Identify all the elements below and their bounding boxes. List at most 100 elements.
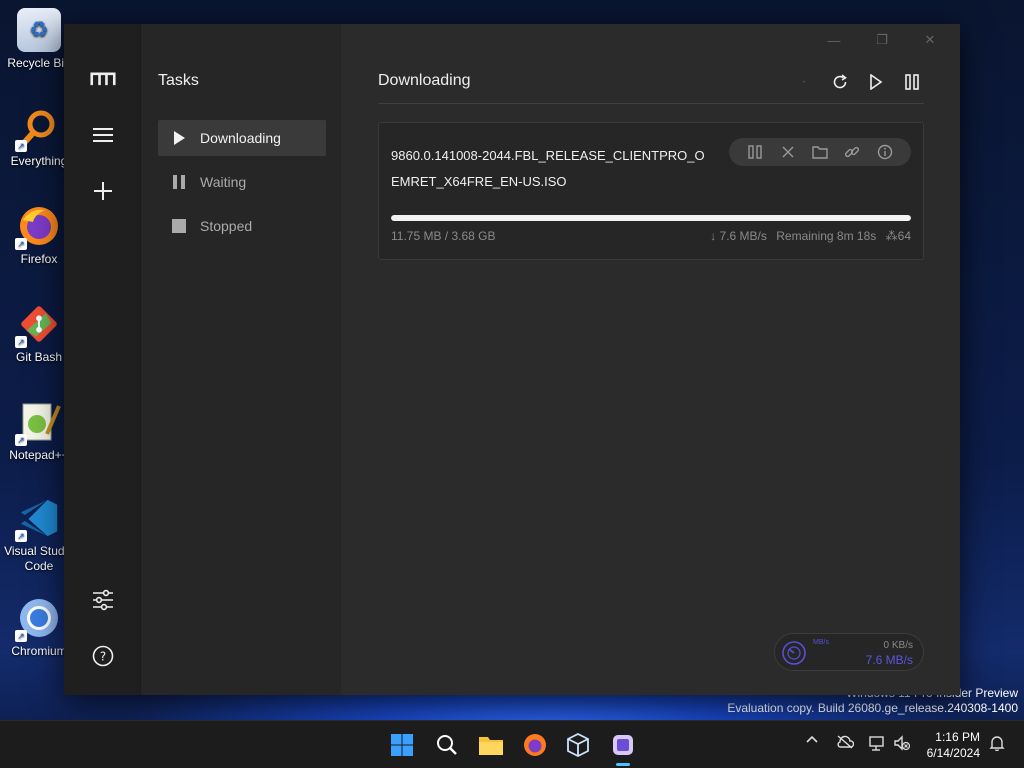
connections-icon: ⁂	[885, 229, 898, 243]
taskbar-firefox-button[interactable]	[521, 731, 549, 759]
task-open-folder-button[interactable]	[810, 142, 830, 162]
taskbar-clock[interactable]: 1:16 PM 6/14/2024	[927, 729, 980, 761]
task-progress-fill	[391, 215, 911, 221]
taskbar-motrix-button[interactable]	[609, 731, 637, 766]
task-delete-button[interactable]	[778, 142, 798, 162]
onedrive-tray-icon[interactable]	[836, 735, 854, 749]
app-rail: ?	[64, 24, 141, 695]
windows-logo-icon	[391, 734, 413, 756]
shortcut-arrow-icon: ↗	[15, 530, 27, 542]
link-icon	[845, 146, 860, 158]
search-icon	[437, 735, 457, 755]
volume-muted-tray-icon[interactable]	[893, 735, 911, 751]
task-speed: ↓ 7.6 MB/s	[710, 229, 767, 243]
motrix-logo-icon[interactable]	[90, 66, 116, 92]
info-icon	[877, 144, 892, 160]
motrix-window: ? Tasks Downloading Waiting Stopped — ❐ …	[64, 24, 960, 695]
nav-item-label: Stopped	[200, 218, 253, 234]
task-copy-link-button[interactable]	[842, 142, 862, 162]
shortcut-arrow-icon: ↗	[15, 434, 27, 446]
taskbar: 1:16 PM 6/14/2024	[0, 720, 1024, 768]
pause-icon	[748, 145, 762, 159]
shortcut-arrow-icon: ↗	[15, 336, 27, 348]
svg-text:?: ?	[100, 650, 106, 664]
firefox-icon: ↗	[15, 204, 61, 250]
minimize-button[interactable]: —	[810, 28, 858, 52]
watermark-line: Evaluation copy. Build 26080.ge_release.…	[727, 701, 1018, 715]
resume-all-icon	[870, 74, 883, 90]
chromium-icon: ↗	[15, 596, 61, 642]
pause-icon	[170, 174, 188, 190]
magnifier-icon: ↗	[15, 106, 61, 152]
shortcut-arrow-icon: ↗	[15, 630, 27, 642]
vscode-icon: ↗	[15, 496, 61, 542]
bell-icon	[989, 736, 1005, 751]
clock-time: 1:16 PM	[935, 730, 980, 744]
taskbar-virtualbox-button[interactable]	[564, 731, 592, 759]
nav-item-downloading[interactable]: Downloading	[158, 120, 326, 156]
subnav-title: Tasks	[158, 72, 199, 89]
connections-count: 64	[897, 229, 911, 243]
motrix-app-icon	[613, 735, 633, 755]
task-progress-bar	[391, 215, 911, 221]
upload-speed: 0 KB/s	[883, 640, 913, 651]
tasks-subnav: Tasks Downloading Waiting Stopped	[141, 24, 341, 695]
play-icon	[170, 130, 188, 146]
nav-item-label: Downloading	[200, 130, 281, 146]
nav-item-stopped[interactable]: Stopped	[158, 208, 326, 244]
search-button[interactable]	[433, 731, 461, 759]
resume-all-button[interactable]	[864, 70, 888, 94]
help-button[interactable]: ?	[90, 643, 116, 669]
task-remaining: Remaining 8m 18s	[776, 229, 877, 243]
task-stats: ↓ 7.6 MB/s Remaining 8m 18s ⁂64	[704, 229, 911, 243]
speedometer-gauge-icon	[781, 640, 807, 666]
main-panel: — ❐ ✕ Downloading · 9860.0.141008-2044.F…	[341, 24, 960, 695]
notepad-icon: ↗	[15, 400, 61, 446]
add-task-button[interactable]	[90, 178, 116, 204]
clock-date: 6/14/2024	[926, 746, 980, 760]
notifications-button[interactable]	[988, 735, 1006, 751]
show-hidden-icons-button[interactable]	[804, 735, 820, 743]
task-item[interactable]: 9860.0.141008-2044.FBL_RELEASE_CLIENTPRO…	[378, 122, 924, 260]
task-actions	[729, 138, 911, 166]
page-title: Downloading	[378, 72, 471, 89]
download-speed: 7.6 MB/s	[865, 653, 913, 667]
menu-icon[interactable]	[90, 122, 116, 148]
help-icon: ?	[92, 645, 114, 667]
recycle-bin-icon: ♻	[17, 8, 61, 52]
file-explorer-button[interactable]	[477, 731, 505, 759]
window-controls: — ❐ ✕	[810, 28, 954, 52]
task-name: 9860.0.141008-2044.FBL_RELEASE_CLIENTPRO…	[391, 148, 705, 189]
task-connections: ⁂64	[886, 229, 911, 243]
firefox-icon	[524, 734, 546, 756]
folder-icon	[812, 146, 828, 159]
folder-icon	[479, 737, 503, 755]
close-button[interactable]: ✕	[906, 28, 954, 52]
network-tray-icon[interactable]	[868, 735, 886, 751]
task-size: 11.75 MB / 3.68 GB	[391, 229, 496, 243]
cube-icon	[567, 733, 589, 757]
maximize-button[interactable]: ❐	[858, 28, 906, 52]
speedometer[interactable]: MB/s 0 KB/s 7.6 MB/s	[774, 633, 924, 671]
task-info-button[interactable]	[875, 142, 895, 162]
pause-all-button[interactable]	[900, 70, 924, 94]
nav-item-waiting[interactable]: Waiting	[158, 164, 326, 200]
speedometer-unit: MB/s	[813, 639, 829, 646]
sliders-icon	[93, 589, 113, 611]
close-icon	[782, 146, 794, 158]
refresh-button[interactable]	[828, 70, 852, 94]
shortcut-arrow-icon: ↗	[15, 140, 27, 152]
git-icon: ↗	[15, 302, 61, 348]
preferences-button[interactable]	[90, 587, 116, 613]
plus-icon	[94, 182, 112, 200]
header-divider	[378, 103, 924, 104]
nav-item-label: Waiting	[200, 174, 247, 190]
start-button[interactable]	[388, 731, 416, 759]
shortcut-arrow-icon: ↗	[15, 238, 27, 250]
toolbar-placeholder: ·	[801, 73, 807, 90]
chevron-up-icon	[806, 735, 818, 743]
task-toolbar: ·	[792, 70, 924, 94]
stop-icon	[170, 218, 188, 234]
task-pause-button[interactable]	[745, 142, 765, 162]
pause-all-icon	[905, 74, 919, 90]
